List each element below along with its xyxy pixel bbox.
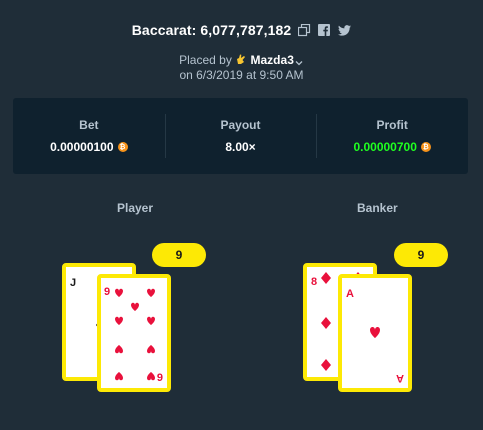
bitcoin-icon: ₿: [117, 142, 128, 152]
copy-icon[interactable]: [297, 23, 311, 37]
player-score-badge: 9: [152, 243, 206, 267]
bet-label: Bet: [79, 118, 99, 132]
profit-label: Profit: [376, 118, 408, 132]
placed-by-label: Placed by: [179, 53, 232, 67]
bet-value: 0.00000100: [50, 140, 114, 154]
payout-stat: Payout 8.00×: [164, 98, 317, 174]
hand-icon: [235, 53, 247, 65]
profit-value: 0.00000700: [353, 140, 417, 154]
heart-pips: [115, 288, 155, 381]
heart-icon: [370, 327, 380, 338]
bet-header: Baccarat: 6,077,787,182: [0, 18, 483, 42]
player-label: Player: [117, 201, 154, 215]
banker-card-ace-hearts: A A: [338, 274, 412, 392]
bet-stat: Bet 0.00000100 ₿: [13, 98, 165, 174]
facebook-icon[interactable]: [317, 23, 331, 37]
chevron-down-icon[interactable]: [294, 56, 304, 66]
player-card-nine-hearts: 9 9: [97, 274, 171, 392]
username-link[interactable]: Mazda3: [251, 53, 294, 67]
banker-score-badge: 9: [394, 243, 448, 267]
twitter-icon[interactable]: [337, 23, 351, 37]
bet-date: on 6/3/2019 at 9:50 AM: [179, 68, 304, 82]
banker-label: Banker: [357, 201, 398, 215]
bet-title: Baccarat: 6,077,787,182: [131, 22, 292, 38]
payout-label: Payout: [220, 118, 261, 132]
placed-by-line: Placed by Mazda3: [0, 52, 483, 68]
profit-stat: Profit 0.00000700 ₿: [316, 98, 468, 174]
stats-panel: Bet 0.00000100 ₿ Payout 8.00× Profit 0.0…: [13, 98, 468, 174]
payout-value: 8.00×: [225, 140, 256, 154]
bitcoin-icon: ₿: [420, 142, 431, 152]
